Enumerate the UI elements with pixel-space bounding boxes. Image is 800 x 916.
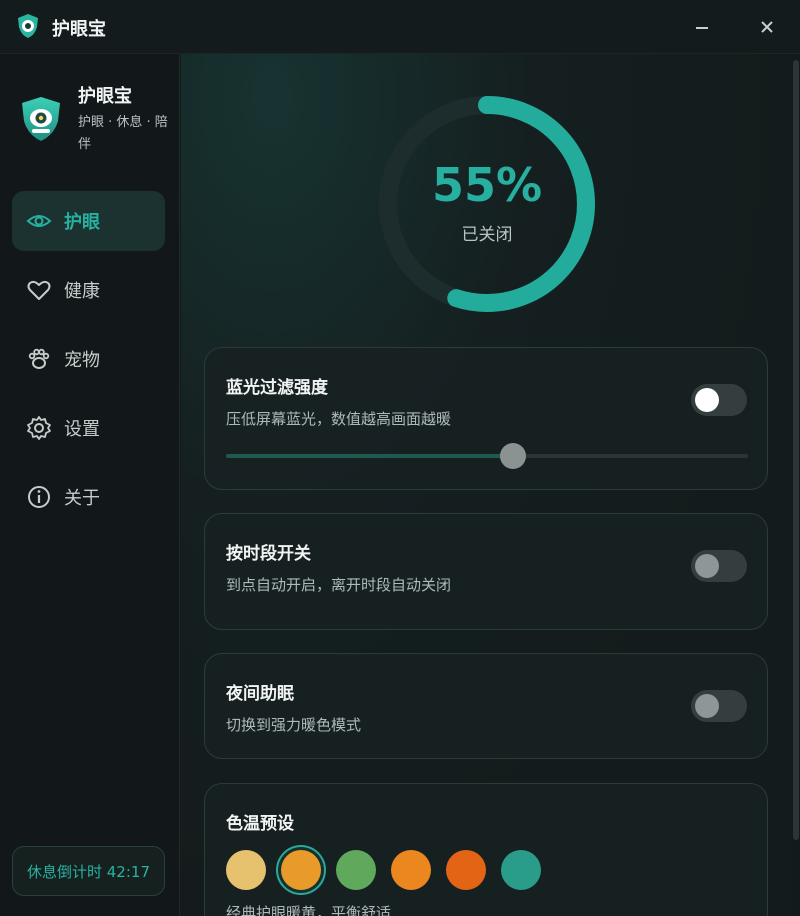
sidebar: 护眼宝 护眼 · 休息 · 陪伴 护眼 健康 宠物 设置 关于 休息倒计时 42… bbox=[0, 54, 180, 916]
color-swatch[interactable] bbox=[281, 850, 321, 890]
minimize-icon bbox=[696, 27, 708, 29]
night-mode-toggle[interactable] bbox=[691, 690, 747, 722]
nav-item-label: 关于 bbox=[64, 488, 100, 509]
nav-item-label: 设置 bbox=[64, 419, 100, 440]
heart-icon bbox=[26, 277, 52, 303]
nav-item-label: 健康 bbox=[64, 281, 100, 302]
nav-item-label: 宠物 bbox=[64, 350, 100, 371]
main-panel: 55% 已关闭 蓝光过滤强度 压低屏幕蓝光，数值越高画面越暖 按时段开关 到点自… bbox=[181, 54, 790, 916]
blue-light-filter-toggle[interactable] bbox=[691, 384, 747, 416]
gauge-status: 已关闭 bbox=[461, 225, 513, 245]
minimize-button[interactable] bbox=[689, 14, 715, 40]
toggle-knob bbox=[695, 554, 719, 578]
color-swatch[interactable] bbox=[391, 850, 431, 890]
slider-thumb[interactable] bbox=[500, 443, 527, 469]
card-title: 夜间助眠 bbox=[226, 684, 294, 704]
nav-item-health[interactable]: 健康 bbox=[12, 260, 165, 320]
color-preset-swatches bbox=[226, 850, 556, 890]
color-swatch[interactable] bbox=[446, 850, 486, 890]
night-mode-card: 夜间助眠 切换到强力暖色模式 bbox=[204, 653, 768, 759]
toggle-knob bbox=[695, 388, 719, 412]
title-bar[interactable]: 护眼宝 bbox=[0, 0, 800, 54]
card-title: 色温预设 bbox=[226, 814, 294, 834]
blue-light-filter-card: 蓝光过滤强度 压低屏幕蓝光，数值越高画面越暖 bbox=[204, 347, 768, 490]
window-title: 护眼宝 bbox=[52, 19, 106, 40]
schedule-toggle[interactable] bbox=[691, 550, 747, 582]
nav-item-about[interactable]: 关于 bbox=[12, 467, 165, 527]
schedule-card: 按时段开关 到点自动开启，离开时段自动关闭 bbox=[204, 513, 768, 630]
color-swatch[interactable] bbox=[226, 850, 266, 890]
eye-icon bbox=[26, 208, 52, 234]
nav-item-settings[interactable]: 设置 bbox=[12, 398, 165, 458]
shield-logo-icon bbox=[22, 97, 60, 141]
nav-item-label: 护眼 bbox=[64, 212, 100, 233]
nav-item-pet[interactable]: 宠物 bbox=[12, 329, 165, 389]
toggle-knob bbox=[695, 694, 719, 718]
color-temperature-card: 色温预设 经典护眼暖黄，平衡舒适 bbox=[204, 783, 768, 916]
nav-item-eye-care[interactable]: 护眼 bbox=[12, 191, 165, 251]
paw-icon bbox=[26, 346, 52, 372]
gear-icon bbox=[26, 415, 52, 441]
info-icon bbox=[26, 484, 52, 510]
scrollbar-thumb[interactable] bbox=[793, 60, 799, 840]
app-logo-icon bbox=[18, 14, 38, 38]
brand-subtitle: 护眼 · 休息 · 陪伴 bbox=[78, 115, 168, 152]
close-icon bbox=[761, 21, 773, 33]
nav-menu: 护眼 健康 宠物 设置 关于 bbox=[12, 191, 165, 536]
slider-fill bbox=[226, 454, 514, 458]
brand: 护眼宝 护眼 · 休息 · 陪伴 bbox=[20, 82, 170, 162]
card-description: 切换到强力暖色模式 bbox=[226, 716, 362, 734]
app-window: 护眼宝 护眼宝 护眼 · 休息 · 陪伴 护眼 健康 宠物 设置 关于 休息倒计… bbox=[0, 0, 800, 916]
card-description: 经典护眼暖黄，平衡舒适 bbox=[226, 904, 392, 916]
rest-countdown-button[interactable]: 休息倒计时 42:17 bbox=[12, 846, 165, 896]
close-button[interactable] bbox=[754, 14, 780, 40]
color-swatch[interactable] bbox=[336, 850, 376, 890]
card-title: 按时段开关 bbox=[226, 544, 311, 564]
gauge-value: 55% bbox=[431, 158, 543, 212]
card-description: 压低屏幕蓝光，数值越高画面越暖 bbox=[226, 410, 452, 428]
color-swatch[interactable] bbox=[501, 850, 541, 890]
filter-strength-slider[interactable] bbox=[226, 443, 748, 469]
card-description: 到点自动开启，离开时段自动关闭 bbox=[226, 576, 452, 594]
brand-name: 护眼宝 bbox=[78, 86, 132, 107]
card-title: 蓝光过滤强度 bbox=[226, 378, 328, 398]
